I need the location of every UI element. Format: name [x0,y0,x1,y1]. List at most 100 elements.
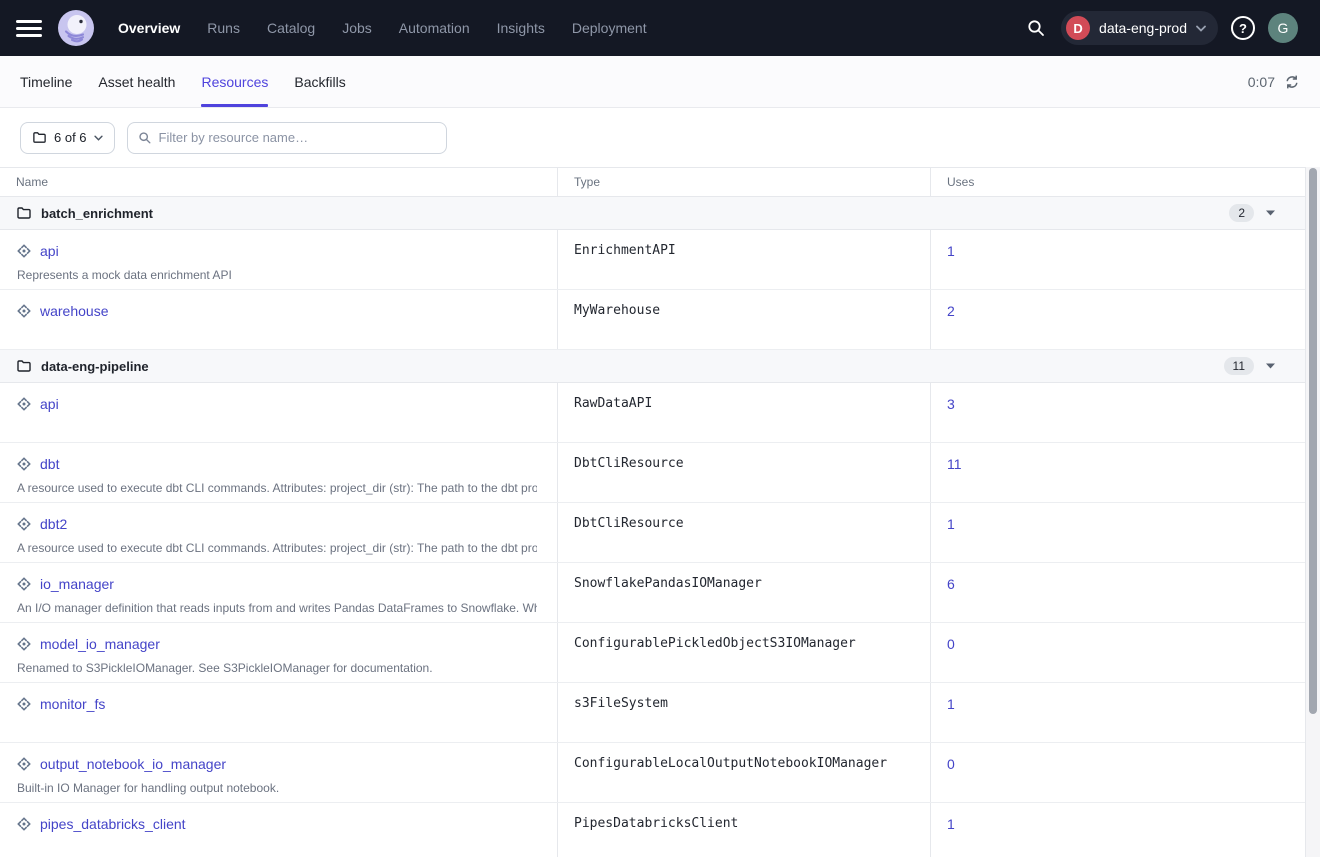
collapse-caret-icon[interactable] [1266,210,1275,216]
resource-row: io_manager An I/O manager definition tha… [0,563,1305,623]
resource-type: EnrichmentAPI [557,230,930,289]
resource-uses-link[interactable]: 1 [947,816,955,832]
nav-item-overview[interactable]: Overview [118,20,180,36]
resource-type: SnowflakePandasIOManager [557,563,930,622]
resource-row: dbt A resource used to execute dbt CLI c… [0,443,1305,503]
resource-icon [16,456,32,472]
group-count-dropdown[interactable]: 6 of 6 [20,122,115,154]
resource-icon [16,303,32,319]
tab-backfills[interactable]: Backfills [294,56,345,107]
resource-uses-link[interactable]: 1 [947,243,955,259]
top-nav: Overview Runs Catalog Jobs Automation In… [0,0,1320,56]
resource-description: Renamed to S3PickleIOManager. See S3Pick… [17,661,537,675]
help-icon[interactable]: ? [1231,16,1255,40]
group-name: batch_enrichment [41,206,153,221]
folder-icon [16,358,32,374]
resource-description: An I/O manager definition that reads inp… [17,601,537,615]
resource-name-link[interactable]: output_notebook_io_manager [40,756,226,772]
resource-description: Represents a mock data enrichment API [17,268,537,282]
primary-nav: Overview Runs Catalog Jobs Automation In… [118,20,647,36]
resource-row: dbt2 A resource used to execute dbt CLI … [0,503,1305,563]
folder-icon [16,205,32,221]
resource-type: ConfigurableLocalOutputNotebookIOManager [557,743,930,802]
group-count-label: 6 of 6 [54,130,87,145]
nav-item-deployment[interactable]: Deployment [572,20,647,36]
refresh-icon[interactable] [1284,74,1300,90]
resource-uses-link[interactable]: 0 [947,756,955,772]
resource-type: DbtCliResource [557,503,930,562]
resource-icon [16,756,32,772]
nav-item-automation[interactable]: Automation [399,20,470,36]
collapse-caret-icon[interactable] [1266,363,1275,369]
refresh-countdown: 0:07 [1248,74,1275,90]
resource-type: RawDataAPI [557,383,930,442]
resource-name-link[interactable]: model_io_manager [40,636,160,652]
resource-row: api Represents a mock data enrichment AP… [0,230,1305,290]
tab-timeline[interactable]: Timeline [20,56,72,107]
resource-icon [16,636,32,652]
scrollbar-thumb[interactable] [1309,168,1317,714]
resource-icon [16,396,32,412]
resource-name-link[interactable]: io_manager [40,576,114,592]
resource-uses-link[interactable]: 1 [947,696,955,712]
vertical-scrollbar [1306,167,1320,857]
resource-uses-link[interactable]: 11 [947,456,962,472]
resources-table: Name Type Uses batch_enrichment 2 [0,167,1306,857]
search-icon [138,131,152,145]
resource-description: Built-in IO Manager for handling output … [17,781,537,795]
resource-icon [16,243,32,259]
tab-asset-health[interactable]: Asset health [98,56,175,107]
group-row-data-eng-pipeline[interactable]: data-eng-pipeline 11 [0,350,1305,383]
table-header: Name Type Uses [0,168,1305,197]
resource-uses-link[interactable]: 1 [947,516,955,532]
resource-uses-link[interactable]: 3 [947,396,955,412]
chevron-down-icon [1196,25,1206,32]
resource-uses-link[interactable]: 2 [947,303,955,319]
resource-row: output_notebook_io_manager Built-in IO M… [0,743,1305,803]
resource-row: pipes_databricks_client PipesDatabricksC… [0,803,1305,857]
resource-filter-box [127,122,447,154]
group-row-batch-enrichment[interactable]: batch_enrichment 2 [0,197,1305,230]
resource-name-link[interactable]: monitor_fs [40,696,105,712]
resource-name-link[interactable]: api [40,396,59,412]
dagster-logo-icon[interactable] [58,10,94,46]
column-header-uses: Uses [930,168,1305,196]
resource-icon [16,576,32,592]
resource-type: s3FileSystem [557,683,930,742]
tab-resources[interactable]: Resources [201,56,268,107]
resource-icon [16,816,32,832]
resource-icon [16,516,32,532]
resource-name-link[interactable]: api [40,243,59,259]
workspace-name: data-eng-prod [1099,20,1187,36]
resource-type: DbtCliResource [557,443,930,502]
workspace-switcher[interactable]: D data-eng-prod [1061,11,1218,45]
menu-icon[interactable] [16,17,42,39]
resource-filter-input[interactable] [159,130,436,145]
resource-uses-link[interactable]: 6 [947,576,955,592]
resource-name-link[interactable]: dbt2 [40,516,67,532]
search-icon[interactable] [1024,16,1048,40]
overview-tabbar: Timeline Asset health Resources Backfill… [0,56,1320,108]
nav-item-jobs[interactable]: Jobs [342,20,372,36]
resource-name-link[interactable]: dbt [40,456,59,472]
resource-type: PipesDatabricksClient [557,803,930,857]
resource-name-link[interactable]: pipes_databricks_client [40,816,186,832]
nav-item-insights[interactable]: Insights [497,20,545,36]
group-count-badge: 2 [1229,204,1254,222]
resource-name-link[interactable]: warehouse [40,303,109,319]
column-header-name: Name [0,168,557,196]
resource-icon [16,696,32,712]
group-name: data-eng-pipeline [41,359,149,374]
chevron-down-icon [94,135,103,141]
resource-row: model_io_manager Renamed to S3PickleIOMa… [0,623,1305,683]
column-header-type: Type [557,168,930,196]
nav-item-runs[interactable]: Runs [207,20,240,36]
resource-description: A resource used to execute dbt CLI comma… [17,481,537,495]
folder-icon [32,130,47,145]
filter-bar: 6 of 6 [0,108,1320,167]
resource-uses-link[interactable]: 0 [947,636,955,652]
group-count-badge: 11 [1224,357,1254,375]
resource-description: A resource used to execute dbt CLI comma… [17,541,537,555]
nav-item-catalog[interactable]: Catalog [267,20,315,36]
user-avatar[interactable]: G [1268,13,1298,43]
